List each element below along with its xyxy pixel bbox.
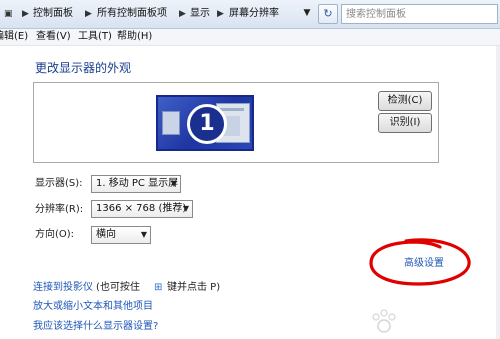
chevron-right-icon[interactable]: ▶ [217, 8, 224, 20]
orientation-label: 方向(O): [35, 229, 75, 240]
menu-view[interactable]: 查看(V) [36, 31, 71, 43]
chevron-down-icon: ▼ [140, 230, 147, 239]
advanced-settings-link[interactable]: 高级设置 [404, 258, 444, 270]
resolution-select[interactable]: 1366 × 768 (推荐) ▼ [91, 200, 193, 218]
which-settings-link[interactable]: 我应该选择什么显示器设置? [33, 321, 158, 333]
monitor-number-badge: 1 [187, 104, 227, 144]
chevron-right-icon[interactable]: ▶ [179, 8, 186, 20]
watermark-paw-graphic [372, 309, 396, 333]
folder-icon: ▣ [4, 9, 13, 19]
search-input[interactable] [346, 5, 466, 23]
display-select[interactable]: 1. 移动 PC 显示屏 ▼ [91, 175, 181, 193]
text-size-link[interactable]: 放大或缩小文本和其他项目 [33, 301, 153, 313]
search-box[interactable] [341, 4, 498, 24]
breadcrumb-display[interactable]: 显示 [190, 8, 210, 20]
display-preview: 1 检测(C) 识别(I) [33, 82, 439, 163]
menu-help[interactable]: 帮助(H) [117, 31, 152, 43]
breadcrumb-screen-resolution[interactable]: 屏幕分辨率 [229, 8, 279, 20]
monitor-thumbnail [162, 111, 180, 135]
menu-tools[interactable]: 工具(T) [78, 31, 112, 43]
resolution-select-value: 1366 × 768 (推荐) [96, 203, 187, 214]
address-bar: ▣ ▶ 控制面板 ▶ 所有控制面板项 ▶ 显示 ▶ 屏幕分辨率 ▼ ↻ [0, 0, 500, 29]
connect-projector-link[interactable]: 连接到投影仪 [33, 282, 93, 294]
orientation-select-value: 横向 [96, 229, 116, 240]
windows-key-icon: ⊞ [154, 282, 163, 293]
address-dropdown-arrow-icon[interactable]: ▼ [300, 4, 314, 22]
menu-bar: 编辑(E) 查看(V) 工具(T) 帮助(H) [0, 29, 500, 46]
refresh-icon: ↻ [323, 7, 333, 20]
scrollbar[interactable] [496, 46, 500, 339]
monitor-1[interactable]: 1 [156, 95, 254, 151]
chevron-down-icon: ▼ [182, 204, 189, 213]
page-title: 更改显示器的外观 [35, 61, 132, 75]
chevron-right-icon: ▶ [22, 9, 29, 19]
projector-hint-key-text: 键并点击 P) [167, 282, 221, 293]
display-label: 显示器(S): [35, 178, 83, 189]
identify-button[interactable]: 识别(I) [378, 113, 432, 133]
orientation-select[interactable]: 横向 ▼ [91, 226, 151, 244]
breadcrumb-all-items[interactable]: 所有控制面板项 [97, 8, 167, 20]
chevron-down-icon: ▼ [170, 179, 177, 188]
display-select-value: 1. 移动 PC 显示屏 [96, 178, 179, 189]
refresh-button[interactable]: ↻ [318, 4, 338, 24]
breadcrumb-control-panel[interactable]: 控制面板 [33, 8, 73, 20]
resolution-label: 分辨率(R): [35, 204, 84, 215]
detect-button[interactable]: 检测(C) [378, 91, 432, 111]
chevron-right-icon[interactable]: ▶ [85, 8, 92, 20]
menu-edit[interactable]: 编辑(E) [0, 31, 28, 43]
projector-hint-text: (也可按住 [96, 282, 140, 293]
